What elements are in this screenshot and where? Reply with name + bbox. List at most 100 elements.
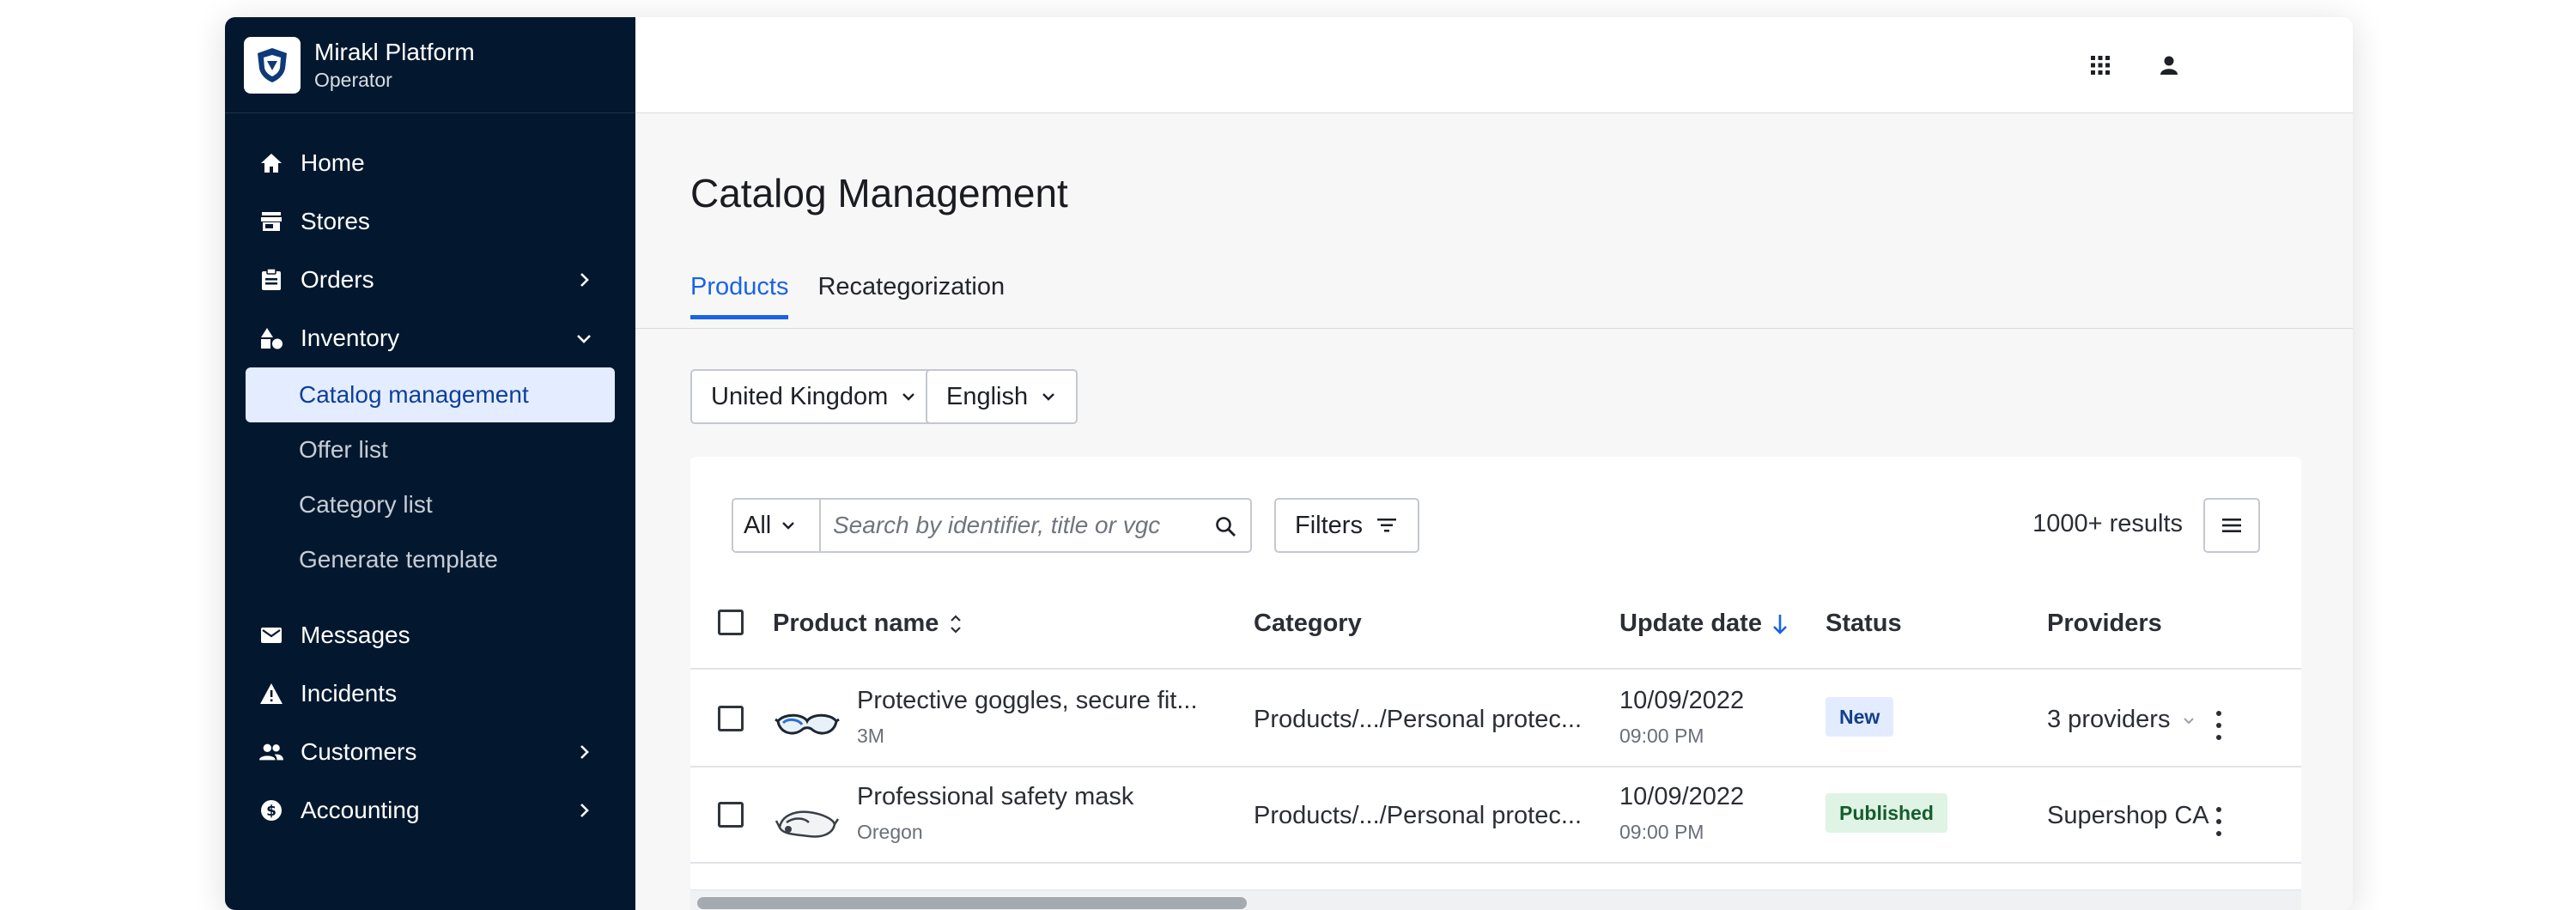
column-header-product-name[interactable]: Product name [773, 610, 966, 638]
product-brand: 3M [857, 725, 884, 747]
home-icon [259, 151, 283, 175]
sidebar-item-inventory[interactable]: Inventory [225, 309, 635, 367]
country-select-value: United Kingdom [711, 382, 889, 410]
sidebar-item-label: Orders [301, 266, 374, 293]
chevron-right-icon [580, 273, 589, 287]
product-category: Products/.../Personal protec... [1254, 802, 1583, 829]
row-checkbox[interactable] [718, 706, 744, 731]
column-header-update-date[interactable]: Update date [1619, 610, 1791, 638]
chevron-right-icon [580, 745, 589, 759]
status-badge: Published [1826, 793, 1947, 833]
search-scope-select[interactable]: All [732, 498, 821, 553]
language-select-value: English [946, 382, 1029, 410]
product-thumbnail-goggles [775, 713, 840, 735]
providers-dropdown[interactable]: 3 providers [2047, 706, 2197, 734]
apps-grid-icon[interactable] [2085, 50, 2116, 81]
sidebar-nav: Home Stores Orders Inventory Catalog man… [225, 113, 635, 840]
list-icon [2222, 519, 2241, 532]
svg-text:$: $ [266, 803, 276, 820]
sort-icon [951, 614, 962, 634]
status-badge: New [1826, 697, 1894, 737]
filter-icon [1376, 519, 1396, 532]
chevron-down-icon [577, 335, 591, 343]
warning-icon [259, 682, 283, 706]
column-settings-button[interactable] [2203, 498, 2260, 553]
product-name[interactable]: Professional safety mask [857, 783, 1133, 811]
column-header-status[interactable]: Status [1826, 610, 1902, 638]
tabs-divider [635, 328, 2353, 329]
app-role: Operator [314, 68, 392, 91]
update-date: 10/09/2022 [1619, 687, 1745, 714]
results-count: 1000+ results [2032, 510, 2183, 537]
sidebar-item-label: Inventory [301, 325, 400, 351]
update-time: 09:00 PM [1619, 821, 1704, 843]
sidebar-item-label: Incidents [301, 680, 398, 707]
sidebar-item-label: Home [301, 149, 365, 176]
search-scope-value: All [744, 511, 772, 539]
row-checkbox[interactable] [718, 802, 744, 828]
search-box [821, 498, 1252, 553]
clipboard-icon [259, 268, 283, 292]
sidebar: Mirakl Platform Operator Home Stores Ord… [225, 17, 635, 910]
sidebar-subitem-generate-template[interactable]: Generate template [225, 532, 635, 587]
sidebar-item-incidents[interactable]: Incidents [225, 664, 635, 723]
sidebar-item-stores[interactable]: Stores [225, 192, 635, 251]
chevron-down-icon [1042, 393, 1054, 401]
column-header-providers[interactable]: Providers [2047, 610, 2162, 638]
provider-name: Supershop CA [2047, 802, 2209, 829]
mirakl-logo-icon [244, 36, 301, 94]
update-time: 09:00 PM [1619, 725, 1704, 747]
row-divider [690, 862, 2301, 864]
sidebar-item-orders[interactable]: Orders [225, 251, 635, 309]
header-divider [690, 668, 2301, 670]
main-content: Catalog Management Products Recategoriza… [635, 113, 2353, 910]
search-icon[interactable] [1214, 515, 1238, 539]
sidebar-item-customers[interactable]: Customers [225, 723, 635, 781]
app-window: Mirakl Platform Operator Home Stores Ord… [225, 17, 2353, 910]
product-name[interactable]: Protective goggles, secure fit... [857, 687, 1198, 715]
tabs: Products Recategorization [690, 273, 1034, 319]
sort-descending-icon [1773, 614, 1787, 634]
filters-button-label: Filters [1295, 511, 1363, 539]
row-actions-menu-icon[interactable] [2212, 807, 2226, 836]
table-toolbar: All Filters [732, 498, 1419, 553]
column-header-category[interactable]: Category [1254, 610, 1362, 638]
country-select[interactable]: United Kingdom [690, 369, 939, 424]
shapes-icon [259, 326, 283, 350]
product-thumbnail-partial [783, 881, 835, 889]
filters-button[interactable]: Filters [1274, 498, 1419, 553]
products-table-card: All Filters 1000+ results Product n [690, 457, 2301, 910]
sidebar-subitem-category-list[interactable]: Category list [225, 477, 635, 532]
search-input[interactable] [821, 500, 1182, 551]
language-select[interactable]: English [926, 369, 1078, 424]
store-icon [259, 209, 283, 234]
sidebar-subitem-catalog-management[interactable]: Catalog management [246, 367, 615, 422]
sidebar-item-label: Accounting [301, 797, 420, 823]
sidebar-item-label: Customers [301, 738, 417, 765]
chevron-down-icon [902, 393, 915, 401]
dollar-icon: $ [259, 798, 283, 822]
people-icon [259, 740, 283, 764]
mail-icon [259, 623, 283, 647]
sidebar-item-messages[interactable]: Messages [225, 606, 635, 664]
brand[interactable]: Mirakl Platform Operator [225, 17, 635, 113]
app-name: Mirakl Platform [314, 38, 475, 65]
page-title: Catalog Management [690, 171, 1068, 215]
table-row-partial [773, 877, 1803, 889]
chevron-right-icon [580, 804, 589, 817]
sidebar-subitem-offer-list[interactable]: Offer list [225, 422, 635, 477]
sidebar-item-accounting[interactable]: $ Accounting [225, 781, 635, 840]
sidebar-item-home[interactable]: Home [225, 134, 635, 192]
tab-recategorization[interactable]: Recategorization [817, 273, 1005, 319]
tab-products[interactable]: Products [690, 273, 789, 319]
sidebar-item-label: Stores [301, 208, 370, 234]
scrollbar-thumb[interactable] [697, 897, 1247, 909]
row-actions-menu-icon[interactable] [2212, 711, 2226, 740]
product-thumbnail-safety-mask [775, 810, 840, 838]
chevron-down-icon [782, 522, 795, 530]
user-icon[interactable] [2154, 50, 2184, 81]
select-all-checkbox[interactable] [718, 610, 744, 635]
product-brand: Oregon [857, 821, 923, 843]
horizontal-scrollbar[interactable] [690, 889, 2301, 910]
row-divider [690, 766, 2301, 767]
